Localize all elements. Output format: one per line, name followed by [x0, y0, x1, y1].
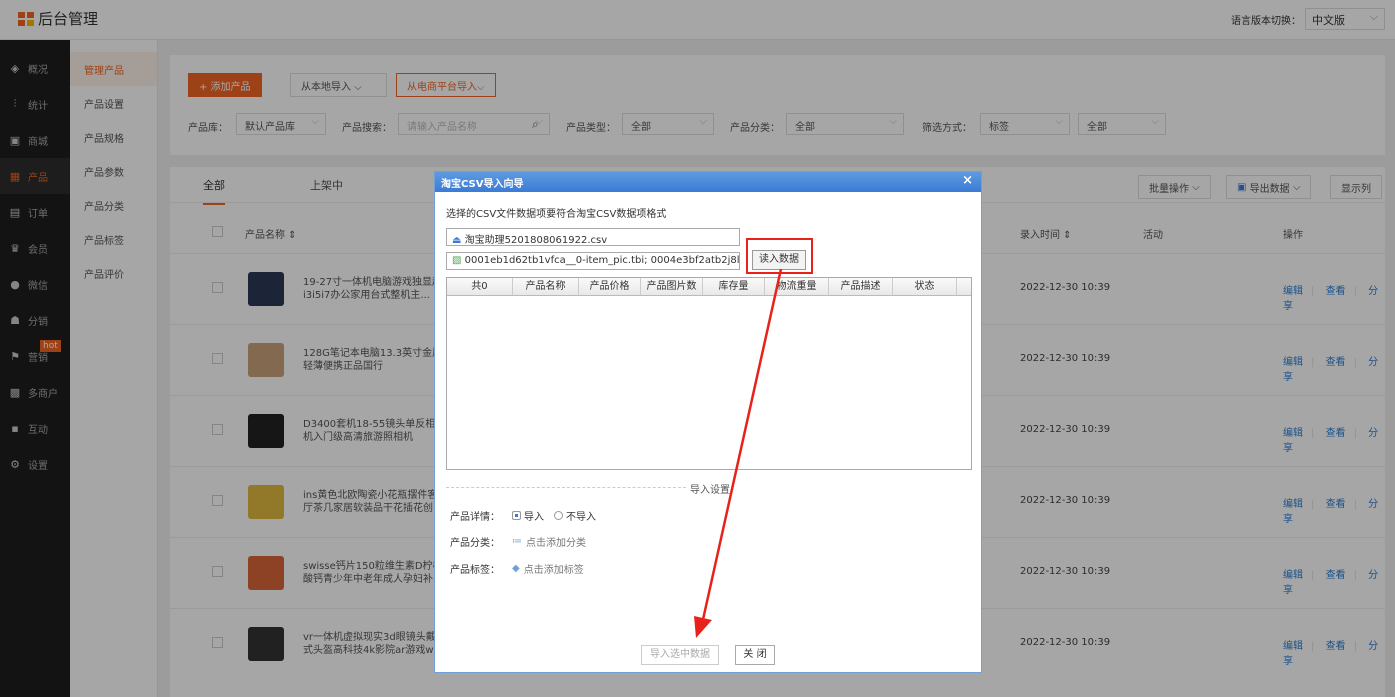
detail-option: 产品详情： 导入 不导入 — [450, 508, 596, 523]
detail-label: 产品详情： — [450, 512, 500, 523]
import-settings-divider: 导入设置 — [446, 482, 972, 496]
grid-header: 共0 产品名称 产品价格 产品图片数 库存量 物流重量 产品描述 状态 — [447, 278, 971, 296]
grid-col-header: 库存量 — [703, 278, 765, 295]
grid-col-header: 产品名称 — [513, 278, 579, 295]
read-data-button[interactable]: 读入数据 — [752, 250, 806, 270]
dialog-hint: 选择的CSV文件数据项要符合淘宝CSV数据项格式 — [446, 209, 667, 220]
import-data-grid: 共0 产品名称 产品价格 产品图片数 库存量 物流重量 产品描述 状态 — [446, 277, 972, 470]
dialog-close-button[interactable]: 关 闭 — [735, 645, 775, 665]
image-file-field[interactable]: ▧ 0001eb1d62tb1vfca__0-item_pic.tbi; 000… — [446, 252, 740, 270]
csv-file-name: 淘宝助理5201808061922.csv — [464, 235, 608, 246]
grid-col-header: 物流重量 — [765, 278, 829, 295]
image-icon: ▧ — [452, 255, 462, 266]
add-tag-link[interactable]: 点击添加标签 — [524, 561, 584, 576]
grid-col-header: 产品描述 — [829, 278, 893, 295]
divider-line — [446, 487, 686, 488]
upload-icon: ⏏ — [452, 235, 462, 246]
dialog-title-bar: 淘宝CSV导入向导 × — [435, 172, 981, 192]
grid-col-header[interactable]: 状态 — [893, 278, 957, 295]
csv-import-dialog: 淘宝CSV导入向导 × 选择的CSV文件数据项要符合淘宝CSV数据项格式 ⏏ 淘… — [434, 171, 982, 673]
category-option: 产品分类： ≔ 点击添加分类 — [450, 534, 586, 549]
tag-option: 产品标签： ◆ 点击添加标签 — [450, 561, 584, 576]
tag-option-label: 产品标签： — [450, 565, 500, 576]
dialog-title: 淘宝CSV导入向导 — [441, 179, 524, 190]
list-icon: ≔ — [512, 536, 522, 547]
grid-col-header: 产品价格 — [579, 278, 641, 295]
detail-import-radio[interactable] — [512, 511, 521, 520]
detail-import-label: 导入 — [524, 512, 544, 523]
import-selected-button[interactable]: 导入选中数据 — [641, 645, 719, 665]
image-file-name: 0001eb1d62tb1vfca__0-item_pic.tbi; 0004e… — [464, 255, 740, 266]
detail-no-import-radio[interactable] — [554, 511, 563, 520]
detail-no-import-label: 不导入 — [566, 512, 596, 523]
grid-col-header: 共0 — [447, 278, 513, 295]
tag-icon: ◆ — [512, 563, 520, 574]
category-option-label: 产品分类： — [450, 538, 500, 549]
import-settings-title: 导入设置 — [690, 485, 730, 496]
add-category-link[interactable]: 点击添加分类 — [526, 534, 586, 549]
csv-file-field[interactable]: ⏏ 淘宝助理5201808061922.csv — [446, 228, 740, 246]
close-icon[interactable]: × — [962, 173, 973, 188]
grid-col-header: 产品图片数 — [641, 278, 703, 295]
